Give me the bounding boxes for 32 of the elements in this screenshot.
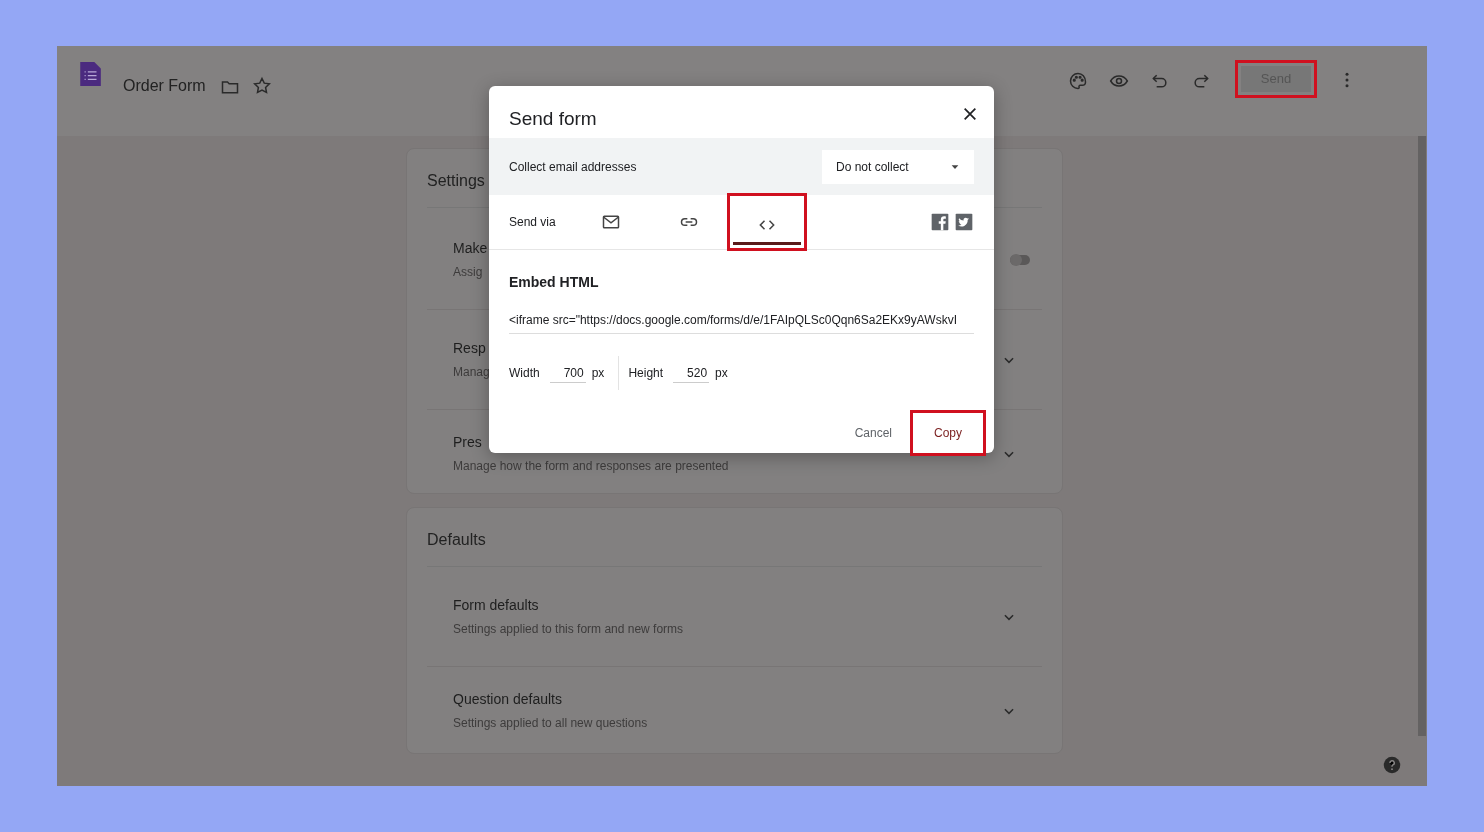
form-title: Order Form <box>123 76 206 96</box>
star-icon[interactable] <box>251 76 272 96</box>
bird-logo-icon[interactable] <box>954 212 974 232</box>
setting-description: Settings applied to all new questions <box>453 715 648 732</box>
help-icon[interactable] <box>1383 756 1401 774</box>
collect-email-label: Collect email addresses <box>509 158 637 176</box>
dimension-label: Width <box>509 365 540 382</box>
embed-heading: Embed HTML <box>509 273 600 292</box>
scrollbar[interactable] <box>1418 136 1426 736</box>
setting-title: Make <box>453 239 488 258</box>
embed-code-field[interactable]: <iframe src="https://docs.google.com/forms/d/e/1FAIpQLSc0Qqn6Sa2EKx9yAWskvI <box>509 309 974 334</box>
collect-email-dropdown[interactable]: Do not collect <box>822 149 974 184</box>
setting-title: Resp <box>453 339 486 358</box>
cancel-button[interactable]: Cancel <box>842 416 904 450</box>
dialog-title: Send form <box>509 106 597 131</box>
setting-description: Assig <box>453 264 483 281</box>
section-title: Defaults <box>427 508 1042 567</box>
setting-description: Manag <box>453 364 490 381</box>
setting-title: Question defaults <box>453 690 562 709</box>
envelope-icon <box>601 212 621 232</box>
close-icon[interactable] <box>962 106 978 122</box>
setting-title: Form defaults <box>453 596 539 615</box>
palette-icon[interactable] <box>1068 71 1088 91</box>
setting-description: Manage how the form and responses are presented <box>453 458 729 475</box>
f-logo-icon[interactable] <box>930 212 950 232</box>
copy-button[interactable]: Copy <box>916 416 980 450</box>
send-via-label: Send via <box>509 214 557 231</box>
unit-label: px <box>591 365 605 382</box>
dimension-label: Height <box>628 365 664 382</box>
unit-label: px <box>715 365 728 382</box>
setting-description: Settings applied to this form and new forms <box>453 621 684 638</box>
setting-title: Pres <box>453 433 482 452</box>
